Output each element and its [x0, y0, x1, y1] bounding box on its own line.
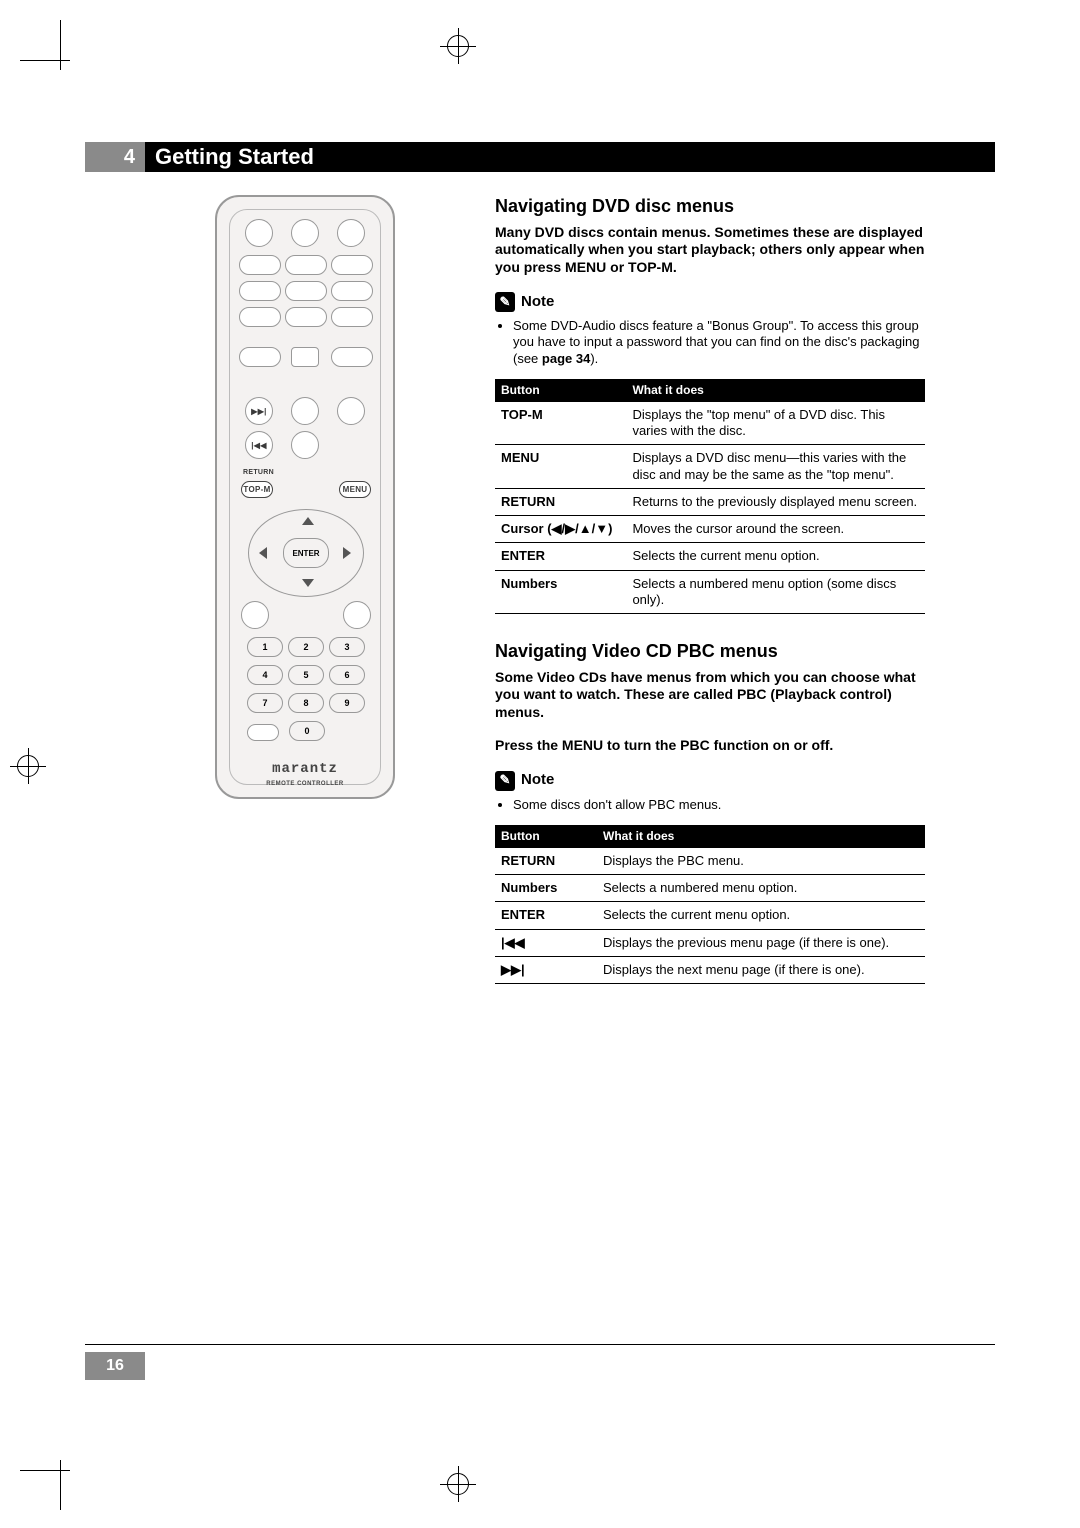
remote-button: [331, 307, 373, 327]
cursor-down-icon: [302, 579, 314, 587]
table-row: MENUDisplays a DVD disc menu—this varies…: [495, 445, 925, 489]
remote-button: [285, 307, 327, 327]
cursor-up-icon: [302, 517, 314, 525]
section1-heading: Navigating DVD disc menus: [495, 195, 925, 218]
cursor-right-icon: [343, 547, 351, 559]
remote-button: [239, 255, 281, 275]
return-label: RETURN: [243, 469, 274, 476]
remote-button: [239, 347, 281, 367]
num-1: 1: [247, 637, 283, 657]
num-2: 2: [288, 637, 324, 657]
num-6: 6: [329, 665, 365, 685]
note-header: ✎ Note: [495, 771, 925, 791]
section2-table: ButtonWhat it does RETURNDisplays the PB…: [495, 825, 925, 984]
table-row: ▶▶|Displays the next menu page (if there…: [495, 956, 925, 983]
table-row: NumbersSelects a numbered menu option.: [495, 875, 925, 902]
remote-button: [343, 601, 371, 629]
remote-illustration: ▶▶| |◀◀ RETURN TOP-M MENU ENTER 1: [215, 195, 435, 799]
num-4: 4: [247, 665, 283, 685]
remote-button: [331, 347, 373, 367]
remote-button: [291, 219, 319, 247]
table-row: RETURNReturns to the previously displaye…: [495, 488, 925, 515]
remote-button: [291, 347, 319, 367]
table-row: TOP-MDisplays the "top menu" of a DVD di…: [495, 402, 925, 445]
skip-fwd-button: ▶▶|: [245, 397, 273, 425]
section1-note-list: Some DVD-Audio discs feature a "Bonus Gr…: [495, 318, 925, 367]
remote-button: [247, 724, 279, 741]
remote-button: [239, 307, 281, 327]
num-9: 9: [329, 693, 365, 713]
table-row: NumbersSelects a numbered menu option (s…: [495, 570, 925, 614]
section2-note-list: Some discs don't allow PBC menus.: [495, 797, 925, 813]
remote-button: [337, 397, 365, 425]
content-column: Navigating DVD disc menus Many DVD discs…: [495, 195, 925, 1010]
number-pad: 1 2 3 4 5 6 7 8 9 0: [247, 637, 365, 749]
remote-button: [331, 255, 373, 275]
section2-intro2: Press the MENU to turn the PBC function …: [495, 737, 925, 755]
remote-button: [285, 255, 327, 275]
section2-intro1: Some Video CDs have menus from which you…: [495, 669, 925, 722]
table-header-button: Button: [495, 379, 626, 402]
remote-brand-sub: REMOTE CONTROLLER: [217, 781, 393, 787]
num-7: 7: [247, 693, 283, 713]
note-icon: ✎: [495, 292, 515, 312]
chapter-title: Getting Started: [155, 142, 314, 172]
remote-button: [245, 219, 273, 247]
chapter-number: 4: [85, 142, 145, 172]
remote-button: [241, 601, 269, 629]
section1-intro: Many DVD discs contain menus. Sometimes …: [495, 224, 925, 277]
section2-heading: Navigating Video CD PBC menus: [495, 640, 925, 663]
remote-button: [337, 219, 365, 247]
num-3: 3: [329, 637, 365, 657]
page-number: 16: [85, 1352, 145, 1380]
section1-table: ButtonWhat it does TOP-MDisplays the "to…: [495, 379, 925, 614]
remote-button: [285, 281, 327, 301]
footer-rule: [85, 1344, 995, 1345]
table-row: Cursor (◀/▶/▲/▼)Moves the cursor around …: [495, 516, 925, 543]
num-8: 8: [288, 693, 324, 713]
skip-rev-button: |◀◀: [245, 431, 273, 459]
remote-button: [291, 431, 319, 459]
menu-button: MENU: [339, 481, 371, 498]
table-header-what: What it does: [626, 379, 925, 402]
remote-brand: marantz: [217, 761, 393, 777]
note-label: Note: [521, 771, 554, 790]
enter-button: ENTER: [283, 538, 329, 568]
table-row: ENTERSelects the current menu option.: [495, 543, 925, 570]
table-row: RETURNDisplays the PBC menu.: [495, 848, 925, 875]
num-0: 0: [289, 721, 325, 741]
remote-button: [331, 281, 373, 301]
note-header: ✎ Note: [495, 292, 925, 312]
table-row: |◀◀Displays the previous menu page (if t…: [495, 929, 925, 956]
cursor-left-icon: [259, 547, 267, 559]
table-row: ENTERSelects the current menu option.: [495, 902, 925, 929]
note-label: Note: [521, 293, 554, 312]
num-5: 5: [288, 665, 324, 685]
top-m-button: TOP-M: [241, 481, 273, 498]
table-header-what: What it does: [597, 825, 925, 848]
manual-page: 4 Getting Started ▶▶| |◀◀: [85, 95, 995, 1395]
remote-button: [239, 281, 281, 301]
table-header-button: Button: [495, 825, 597, 848]
remote-button: [291, 397, 319, 425]
note-icon: ✎: [495, 771, 515, 791]
